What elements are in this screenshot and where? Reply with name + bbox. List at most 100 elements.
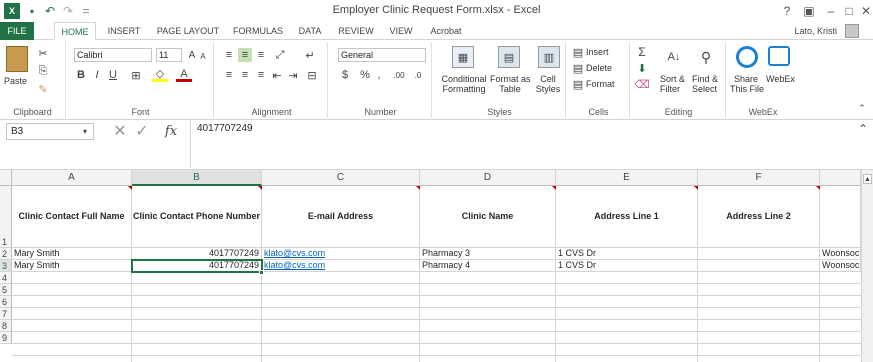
middle-align-icon[interactable]: ≡ bbox=[238, 48, 252, 62]
cell-e2[interactable]: 1 CVS Dr bbox=[556, 248, 698, 260]
row-header-6[interactable]: 6 bbox=[0, 296, 12, 308]
cell-c3[interactable]: klato@cvs.com bbox=[262, 260, 420, 272]
comma-button[interactable]: , bbox=[374, 68, 384, 82]
insert-cells-label[interactable]: Insert bbox=[586, 47, 609, 57]
italic-button[interactable]: I bbox=[90, 68, 104, 82]
number-format-dropdown[interactable]: General bbox=[338, 48, 426, 62]
cell-styles-label-2[interactable]: Styles bbox=[532, 84, 564, 94]
find-select-label[interactable]: Find & bbox=[692, 74, 718, 84]
fill-icon[interactable]: ⬇ bbox=[636, 62, 648, 75]
column-header-d[interactable]: D bbox=[420, 170, 556, 186]
align-left-icon[interactable]: ≡ bbox=[222, 68, 236, 82]
format-cells-label[interactable]: Format bbox=[586, 79, 615, 89]
row-header-1[interactable]: 1 bbox=[0, 186, 12, 248]
ribbon-display-options-icon[interactable]: ▣ bbox=[800, 2, 818, 20]
underline-button[interactable]: U bbox=[106, 68, 120, 82]
name-box-dropdown-icon[interactable]: ▾ bbox=[80, 125, 90, 137]
cancel-entry-icon[interactable]: ✕ bbox=[112, 122, 128, 140]
decrease-decimal-button[interactable]: .0 bbox=[410, 68, 426, 82]
confirm-entry-icon[interactable]: ✓ bbox=[134, 122, 150, 140]
tab-formulas[interactable]: FORMULAS bbox=[230, 22, 286, 40]
tab-home[interactable]: HOME bbox=[54, 22, 96, 40]
cell-d3[interactable]: Pharmacy 4 bbox=[420, 260, 556, 272]
conditional-formatting-label[interactable]: Conditional bbox=[438, 74, 490, 84]
tab-review[interactable]: REVIEW bbox=[334, 22, 378, 40]
percent-button[interactable]: % bbox=[358, 68, 372, 82]
conditional-formatting-label-2[interactable]: Formatting bbox=[438, 84, 490, 94]
vertical-scrollbar[interactable]: ▲ bbox=[861, 170, 873, 362]
insert-cells-icon[interactable]: ▤ bbox=[572, 46, 584, 59]
collapse-ribbon-icon[interactable]: ⌃ bbox=[856, 102, 868, 114]
clear-icon[interactable]: ⌫ bbox=[634, 78, 650, 91]
formula-input[interactable]: 4017707249 bbox=[190, 120, 873, 168]
tab-insert[interactable]: INSERT bbox=[104, 22, 144, 40]
row-header-9[interactable]: 9 bbox=[0, 332, 12, 344]
row-header-2[interactable]: 2 bbox=[0, 248, 12, 260]
paste-icon[interactable] bbox=[6, 46, 28, 72]
share-this-file-label-2[interactable]: This File bbox=[730, 84, 764, 94]
row-header-5[interactable]: 5 bbox=[0, 284, 12, 296]
active-cell-selection[interactable] bbox=[131, 259, 263, 273]
help-button[interactable]: ? bbox=[778, 2, 796, 20]
minimize-button[interactable]: – bbox=[822, 2, 840, 20]
currency-button[interactable]: $ bbox=[338, 68, 352, 82]
autosum-icon[interactable]: Σ bbox=[636, 45, 648, 59]
find-select-label-2[interactable]: Select bbox=[692, 84, 717, 94]
font-name-dropdown[interactable]: Calibri bbox=[74, 48, 152, 62]
sort-filter-label-2[interactable]: Filter bbox=[660, 84, 680, 94]
conditional-formatting-icon[interactable]: ▦ bbox=[452, 46, 474, 68]
tab-page-layout[interactable]: PAGE LAYOUT bbox=[152, 22, 224, 40]
bold-button[interactable]: B bbox=[74, 68, 88, 82]
delete-cells-label[interactable]: Delete bbox=[586, 63, 612, 73]
copy-icon[interactable]: ⎘ bbox=[36, 64, 50, 78]
cut-icon[interactable]: ✂ bbox=[36, 46, 50, 60]
borders-icon[interactable]: ⊞ bbox=[128, 68, 144, 82]
top-align-icon[interactable]: ≡ bbox=[222, 48, 236, 62]
column-header-f[interactable]: F bbox=[698, 170, 820, 186]
cell-b1[interactable]: Clinic Contact Phone Number bbox=[132, 186, 262, 248]
cell-styles-label[interactable]: Cell bbox=[532, 74, 564, 84]
user-name[interactable]: Lato, Kristi bbox=[794, 22, 837, 40]
cell-f3[interactable] bbox=[698, 260, 820, 272]
insert-function-button[interactable]: fx bbox=[158, 122, 184, 140]
increase-decimal-button[interactable]: .00 bbox=[390, 68, 408, 82]
fill-handle[interactable] bbox=[259, 270, 264, 275]
format-painter-icon[interactable]: ✎ bbox=[36, 82, 50, 96]
restore-button[interactable]: □ bbox=[840, 2, 858, 20]
bottom-align-icon[interactable]: ≡ bbox=[254, 48, 268, 62]
find-select-icon[interactable]: ⚲ bbox=[696, 46, 716, 68]
font-color-icon[interactable]: A bbox=[176, 68, 192, 82]
column-header-b[interactable]: B bbox=[132, 170, 262, 186]
cell-a1[interactable]: Clinic Contact Full Name bbox=[12, 186, 132, 248]
format-as-table-icon[interactable]: ▤ bbox=[498, 46, 520, 68]
wrap-text-icon[interactable]: ↵ bbox=[302, 48, 318, 62]
cell-styles-icon[interactable]: ▥ bbox=[538, 46, 560, 68]
cell-e1[interactable]: Address Line 1 bbox=[556, 186, 698, 248]
tab-acrobat[interactable]: Acrobat bbox=[424, 22, 468, 40]
orientation-icon[interactable]: ⤢ bbox=[272, 48, 288, 62]
shrink-font-icon[interactable]: A bbox=[198, 50, 208, 62]
column-header-g[interactable] bbox=[820, 170, 861, 186]
format-as-table-label-2[interactable]: Table bbox=[490, 84, 530, 94]
fill-color-icon[interactable]: ◇ bbox=[152, 68, 168, 82]
select-all-corner[interactable] bbox=[0, 170, 12, 186]
sort-filter-icon[interactable]: A↓ bbox=[664, 46, 684, 68]
paste-label[interactable]: Paste bbox=[4, 76, 27, 86]
cell-d1[interactable]: Clinic Name bbox=[420, 186, 556, 248]
row-header-4[interactable]: 4 bbox=[0, 272, 12, 284]
scroll-up-icon[interactable]: ▲ bbox=[863, 174, 872, 184]
tab-view[interactable]: VIEW bbox=[384, 22, 418, 40]
sort-filter-label[interactable]: Sort & bbox=[660, 74, 685, 84]
cell-d2[interactable]: Pharmacy 3 bbox=[420, 248, 556, 260]
close-button[interactable]: ✕ bbox=[857, 2, 873, 20]
increase-indent-icon[interactable]: ⇥ bbox=[286, 68, 300, 82]
cell-g2[interactable]: Woonsocket bbox=[820, 248, 861, 260]
tab-data[interactable]: DATA bbox=[292, 22, 328, 40]
row-header-7[interactable]: 7 bbox=[0, 308, 12, 320]
cell-g3[interactable]: Woonsocket bbox=[820, 260, 861, 272]
format-as-table-label[interactable]: Format as bbox=[490, 74, 531, 84]
webex-icon[interactable] bbox=[768, 46, 790, 66]
share-this-file-icon[interactable] bbox=[736, 46, 758, 68]
cell-f1[interactable]: Address Line 2 bbox=[698, 186, 820, 248]
format-cells-icon[interactable]: ▤ bbox=[572, 78, 584, 91]
